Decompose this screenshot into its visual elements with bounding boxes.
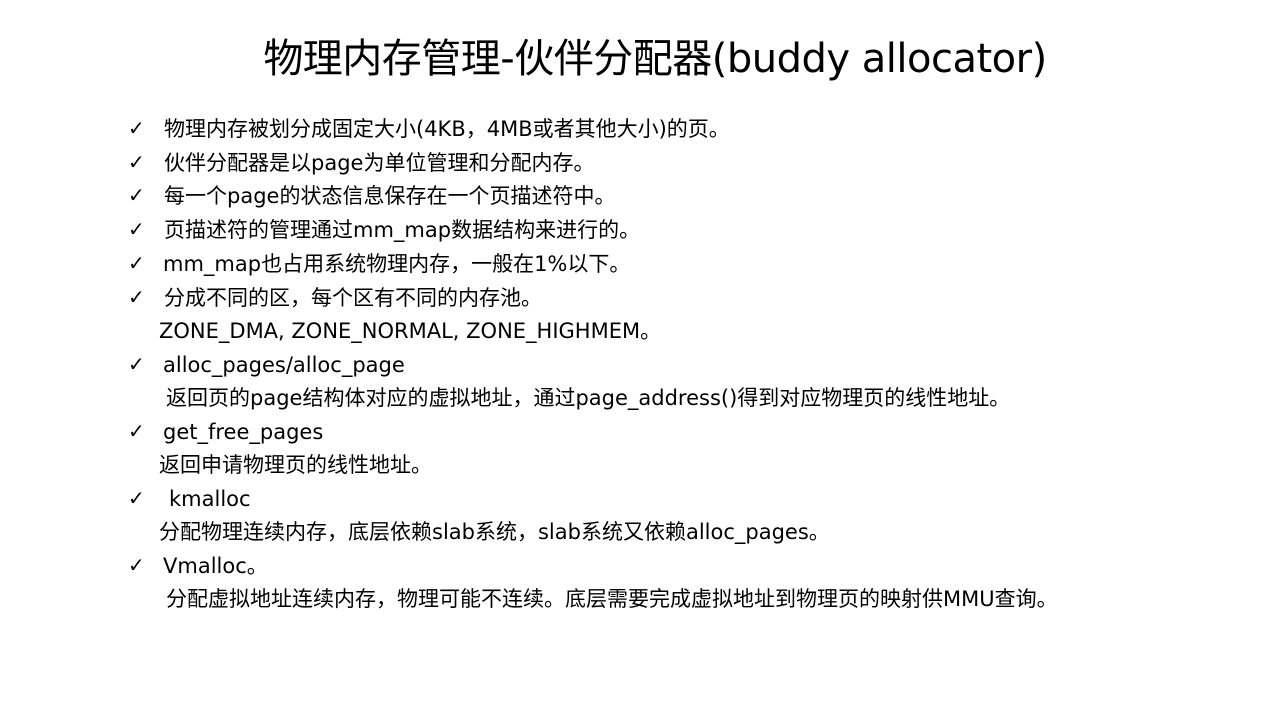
checkmark-icon: ✓ — [128, 419, 145, 443]
checkmark-icon: ✓ — [128, 183, 145, 207]
bullet-item-detail: 返回申请物理页的线性地址。 — [159, 453, 432, 477]
bullet-item-text: 物理内存被划分成固定大小(4KB，4MB或者其他大小)的页。 — [164, 117, 730, 141]
bullet-item-text: kmalloc — [169, 487, 251, 511]
bullet-list: ✓ 物理内存被划分成固定大小(4KB，4MB或者其他大小)的页。 ✓ 伙伴分配器… — [0, 0, 1280, 720]
checkmark-icon: ✓ — [128, 486, 145, 510]
checkmark-icon: ✓ — [128, 251, 145, 275]
checkmark-icon: ✓ — [128, 285, 145, 309]
checkmark-icon: ✓ — [128, 352, 145, 376]
checkmark-icon: ✓ — [128, 553, 145, 577]
checkmark-icon: ✓ — [128, 116, 145, 140]
bullet-item-detail: ZONE_DMA, ZONE_NORMAL, ZONE_HIGHMEM。 — [159, 319, 662, 343]
bullet-item-text: Vmalloc。 — [163, 554, 268, 578]
checkmark-icon: ✓ — [128, 217, 145, 241]
bullet-item-detail: 分配虚拟地址连续内存，物理可能不连续。底层需要完成虚拟地址到物理页的映射供MMU… — [166, 587, 1058, 611]
bullet-item-text: 页描述符的管理通过mm_map数据结构来进行的。 — [164, 218, 641, 242]
bullet-item-text: alloc_pages/alloc_page — [163, 353, 405, 377]
bullet-item-text: 伙伴分配器是以page为单位管理和分配内存。 — [164, 151, 595, 175]
bullet-item-text: mm_map也占用系统物理内存，一般在1%以下。 — [163, 252, 631, 276]
bullet-item-detail: 返回页的page结构体对应的虚拟地址，通过page_address()得到对应物… — [166, 386, 1011, 410]
bullet-item-text: get_free_pages — [163, 420, 324, 444]
bullet-item-text: 分成不同的区，每个区有不同的内存池。 — [164, 286, 542, 310]
bullet-item-text: 每一个page的状态信息保存在一个页描述符中。 — [164, 184, 616, 208]
bullet-item-detail: 分配物理连续内存，底层依赖slab系统，slab系统又依赖alloc_pages… — [159, 520, 830, 544]
slide: 物理内存管理-伙伴分配器(buddy allocator) ✓ 物理内存被划分成… — [0, 0, 1280, 720]
checkmark-icon: ✓ — [128, 150, 145, 174]
